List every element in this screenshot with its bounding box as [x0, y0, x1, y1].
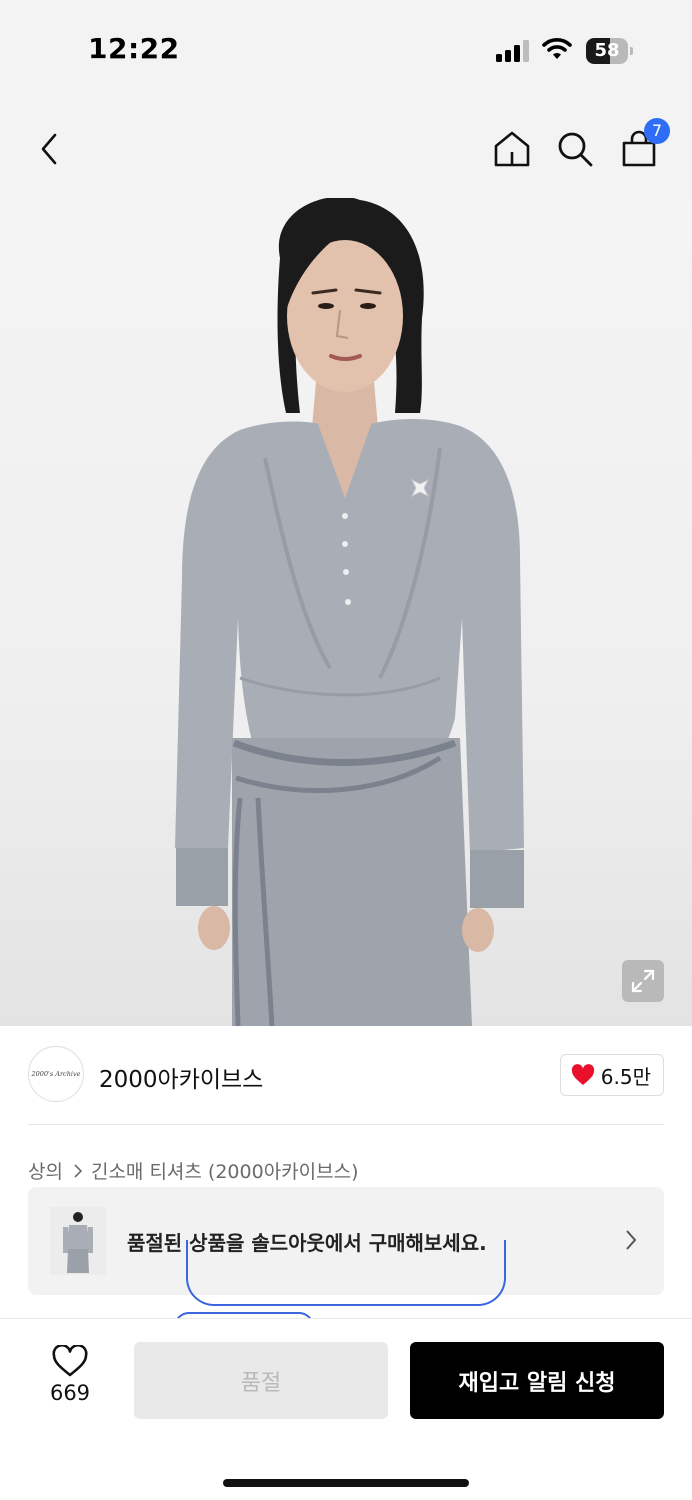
product-image[interactable]	[0, 198, 692, 1026]
heart-filled-icon	[571, 1064, 594, 1085]
brand-like-count: 6.5만	[600, 1064, 651, 1089]
brand-row: 2000's Archive 2000아카이브스 6.5만	[28, 1046, 664, 1104]
home-icon	[494, 131, 530, 167]
wishlist-count: 669	[49, 1381, 91, 1405]
cart-button[interactable]: 7	[614, 118, 670, 174]
brand-like-button[interactable]: 6.5만	[559, 1054, 664, 1096]
chevron-right-icon	[626, 1230, 637, 1250]
back-button[interactable]	[24, 124, 74, 174]
bottom-action-bar: 669 품절 재입고 알림 신청	[0, 1318, 692, 1500]
brand-logo-text: 2000's Archive	[31, 1070, 81, 1078]
battery-icon: 58	[586, 38, 633, 64]
status-bar: 12:22 58	[0, 0, 692, 100]
chevron-right-icon	[74, 1163, 83, 1178]
search-icon	[558, 132, 593, 167]
breadcrumb: 상의 긴소매 티셔츠 (2000아카이브스)	[28, 1157, 359, 1184]
brand-logo[interactable]: 2000's Archive	[28, 1046, 84, 1102]
product-photo	[175, 198, 524, 1026]
status-time: 12:22	[88, 32, 180, 65]
zoom-button[interactable]	[622, 960, 664, 1002]
heart-outline-icon	[52, 1345, 88, 1377]
search-button[interactable]	[550, 124, 600, 174]
home-button[interactable]	[487, 124, 537, 174]
wishlist-button[interactable]: 669	[34, 1345, 106, 1415]
banner-product-thumbnail	[50, 1207, 106, 1275]
home-indicator[interactable]	[223, 1479, 469, 1487]
breadcrumb-category[interactable]: 상의	[28, 1157, 63, 1184]
top-nav-bar: 7	[0, 100, 692, 198]
battery-percent: 58	[594, 40, 620, 61]
soldout-button[interactable]: 품절	[134, 1342, 388, 1419]
wifi-icon	[542, 38, 572, 59]
brand-name[interactable]: 2000아카이브스	[99, 1060, 263, 1094]
restock-alert-button[interactable]: 재입고 알림 신청	[410, 1342, 664, 1419]
cellular-signal-icon	[496, 40, 532, 62]
underlying-element-outline	[186, 1240, 506, 1306]
chevron-left-icon	[41, 133, 57, 165]
expand-icon	[631, 969, 655, 993]
divider	[28, 1124, 664, 1125]
cart-count-badge: 7	[644, 118, 670, 144]
breadcrumb-subcategory[interactable]: 긴소매 티셔츠 (2000아카이브스)	[91, 1157, 359, 1184]
